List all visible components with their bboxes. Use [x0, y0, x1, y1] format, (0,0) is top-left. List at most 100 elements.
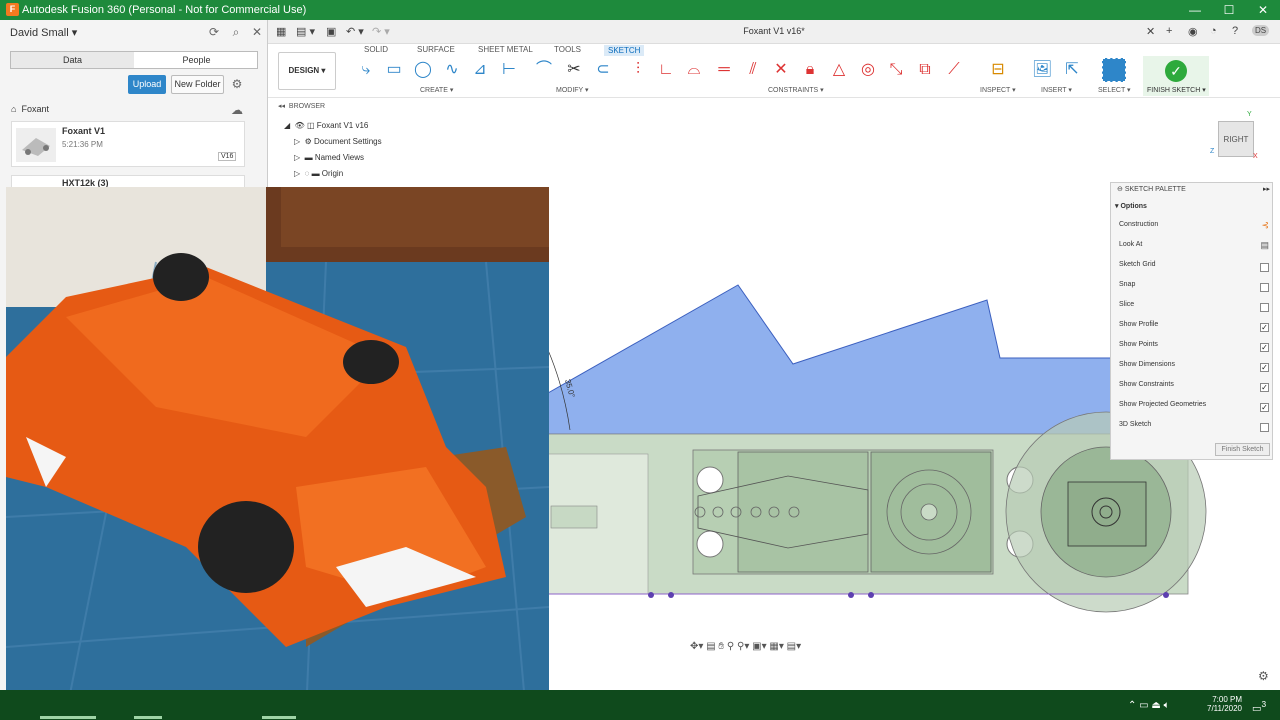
taskbar-app-indicator[interactable]	[40, 716, 96, 719]
browser-item-origin[interactable]: ▷ ◌ ▬ Origin	[294, 169, 343, 178]
tab-sketch[interactable]: SKETCH	[604, 45, 645, 56]
gear-icon[interactable]: ⚙	[230, 77, 244, 91]
show-points-checkbox[interactable]: ✓	[1260, 343, 1269, 352]
curvature-icon[interactable]: ⟋	[944, 60, 964, 80]
insert-menu[interactable]: INSERT ▾	[1041, 86, 1072, 94]
settings-gear-icon[interactable]: ⚙	[1258, 669, 1269, 683]
show-dimensions-checkbox[interactable]: ✓	[1260, 363, 1269, 372]
taskbar-app-indicator[interactable]	[134, 716, 162, 719]
midpoint-icon[interactable]: △	[829, 60, 849, 80]
equal-icon[interactable]: ═	[714, 60, 734, 80]
select-menu[interactable]: SELECT ▾	[1098, 86, 1131, 94]
symmetry-icon[interactable]: ⧉	[915, 60, 935, 80]
palette-row-sketch-grid[interactable]: Sketch Grid	[1119, 261, 1269, 275]
palette-row-look-at[interactable]: Look At ▤	[1119, 240, 1269, 255]
select-icon[interactable]	[1102, 58, 1126, 82]
smooth-icon[interactable]: ⤡	[886, 60, 906, 80]
taskbar-app-indicator[interactable]	[262, 716, 296, 719]
constraints-menu[interactable]: CONSTRAINTS ▾	[768, 86, 824, 94]
workspace-switcher[interactable]: DESIGN ▾	[278, 52, 336, 90]
viewcube[interactable]: RIGHT	[1218, 121, 1254, 157]
palette-row-slice[interactable]: Slice	[1119, 301, 1269, 315]
clock[interactable]: 7:00 PM 7/11/2020	[1198, 695, 1242, 713]
modify-menu[interactable]: MODIFY ▾	[556, 86, 589, 94]
circle-icon[interactable]: ◯	[413, 60, 433, 80]
grid-settings-icon[interactable]: ▦▾	[769, 641, 783, 652]
viewports-icon[interactable]: ▤▾	[787, 641, 801, 652]
trim-icon[interactable]: ✂	[564, 60, 584, 80]
palette-row-3d-sketch[interactable]: 3D Sketch	[1119, 421, 1269, 435]
tray-icons[interactable]: ⌃ ▭ ⏏ 🔈︎	[1128, 700, 1170, 711]
show-profile-checkbox[interactable]: ✓	[1260, 323, 1269, 332]
notification-center-icon[interactable]: ▭3	[1252, 699, 1266, 714]
line-icon[interactable]: ⤷	[356, 60, 376, 80]
close-window-button[interactable]: ✕	[1246, 0, 1280, 20]
pan-icon[interactable]: ✋︎	[718, 641, 724, 652]
tab-data[interactable]: Data	[11, 52, 134, 68]
finish-sketch-button[interactable]: ✓ FINISH SKETCH ▾	[1143, 56, 1209, 96]
collinear-icon[interactable]: ✕	[771, 60, 791, 80]
browser-header[interactable]: ◂◂ BROWSER	[278, 102, 468, 114]
tab-sheet-metal[interactable]: SHEET METAL	[478, 45, 533, 54]
tab-people[interactable]: People	[135, 52, 258, 68]
upload-button[interactable]: Upload	[128, 75, 166, 94]
version-badge[interactable]: V16	[218, 152, 237, 161]
sketch-palette-header[interactable]: ⊖ SKETCH PALETTE	[1117, 185, 1186, 193]
profile-avatar[interactable]: DS	[1252, 25, 1270, 36]
sketch-grid-checkbox[interactable]	[1260, 263, 1269, 272]
search-icon[interactable]: ⌕	[229, 25, 243, 39]
insert-file-icon[interactable]: ⇱	[1062, 60, 1082, 80]
maximize-button[interactable]: ☐	[1212, 0, 1246, 20]
close-tab-icon[interactable]: ✕	[1146, 25, 1155, 38]
parallel-icon[interactable]: ⫽	[743, 60, 763, 80]
finish-sketch-palette-button[interactable]: Finish Sketch	[1215, 443, 1270, 456]
expand-palette-icon[interactable]: ▸▸	[1263, 185, 1270, 193]
help-icon[interactable]: ?	[1232, 25, 1238, 37]
tab-solid[interactable]: SOLID	[364, 45, 388, 54]
perpendicular-icon[interactable]: ∟	[656, 60, 676, 80]
user-menu[interactable]: David Small ▾	[10, 26, 77, 39]
palette-row-construction[interactable]: Construction ⊰	[1119, 220, 1269, 235]
tab-surface[interactable]: SURFACE	[417, 45, 455, 54]
spline-icon[interactable]: ∿	[442, 60, 462, 80]
home-icon[interactable]: ⌂	[11, 104, 16, 114]
palette-row-show-constraints[interactable]: Show Constraints ✓	[1119, 381, 1269, 395]
3d-sketch-checkbox[interactable]	[1260, 423, 1269, 432]
zoom-icon[interactable]: ⚲	[727, 641, 734, 652]
look-at-nav-icon[interactable]: ▤	[706, 641, 715, 652]
browser-root[interactable]: ◢ 👁︎ ◫ Foxant V1 v16	[284, 121, 368, 130]
fit-icon[interactable]: ⚲▾	[737, 641, 749, 652]
insert-image-icon[interactable]: 🖼︎	[1032, 60, 1052, 80]
offset-icon[interactable]: ⊂	[593, 60, 613, 80]
new-folder-button[interactable]: New Folder	[171, 75, 224, 94]
browser-item-named-views[interactable]: ▷ ▬ Named Views	[294, 153, 364, 162]
palette-row-snap[interactable]: Snap	[1119, 281, 1269, 295]
mirror-icon[interactable]: ⊿	[470, 60, 490, 80]
look-at-icon[interactable]: ▤	[1260, 240, 1269, 251]
minimize-button[interactable]: —	[1178, 0, 1212, 20]
snap-checkbox[interactable]	[1260, 283, 1269, 292]
construction-icon[interactable]: ⊰	[1261, 220, 1269, 231]
fix-lock-icon[interactable]: 🔒︎	[800, 60, 820, 80]
cloud-icon[interactable]: ☁	[230, 103, 244, 117]
browser-item-document-settings[interactable]: ▷ ⚙ Document Settings	[294, 137, 382, 146]
fillet-icon[interactable]: ⌒	[534, 60, 554, 80]
show-projected-geometries-checkbox[interactable]: ✓	[1260, 403, 1269, 412]
close-panel-icon[interactable]: ✕	[250, 25, 264, 39]
display-settings-icon[interactable]: ▣▾	[752, 641, 766, 652]
options-section[interactable]: ▾ Options	[1115, 202, 1147, 210]
notifications-icon[interactable]: ◔	[1210, 25, 1217, 37]
list-item[interactable]: Foxant V1 5:21:36 PM V16	[11, 121, 245, 167]
slice-checkbox[interactable]	[1260, 303, 1269, 312]
new-tab-icon[interactable]: +	[1166, 25, 1172, 37]
coincident-icon[interactable]: ⫶	[628, 60, 648, 80]
palette-row-show-profile[interactable]: Show Profile ✓	[1119, 321, 1269, 335]
palette-row-show-dimensions[interactable]: Show Dimensions ✓	[1119, 361, 1269, 375]
concentric-icon[interactable]: ◎	[858, 60, 878, 80]
breadcrumb-folder[interactable]: Foxant	[21, 104, 49, 114]
palette-row-show-points[interactable]: Show Points ✓	[1119, 341, 1269, 355]
create-menu[interactable]: CREATE ▾	[420, 86, 453, 94]
rectangle-icon[interactable]: ▭	[384, 60, 404, 80]
palette-row-show-projected-geometries[interactable]: Show Projected Geometries ✓	[1119, 401, 1269, 415]
inspect-menu[interactable]: INSPECT ▾	[980, 86, 1016, 94]
